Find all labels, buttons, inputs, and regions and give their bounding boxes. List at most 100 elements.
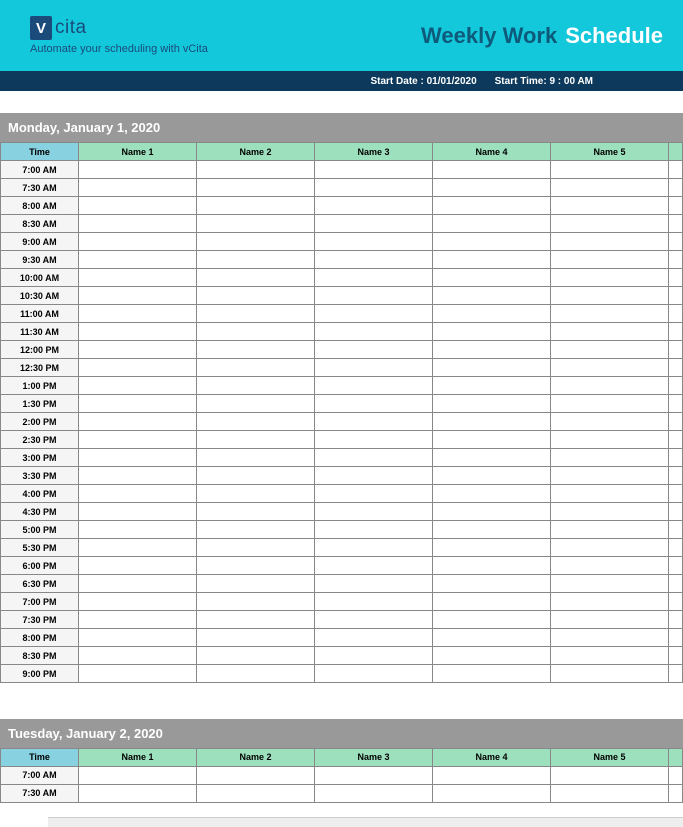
schedule-cell[interactable]	[669, 449, 683, 467]
schedule-cell[interactable]	[433, 413, 551, 431]
schedule-cell[interactable]	[669, 215, 683, 233]
schedule-cell[interactable]	[669, 431, 683, 449]
schedule-cell[interactable]	[315, 557, 433, 575]
schedule-cell[interactable]	[315, 161, 433, 179]
schedule-cell[interactable]	[315, 467, 433, 485]
schedule-cell[interactable]	[669, 557, 683, 575]
schedule-cell[interactable]	[433, 341, 551, 359]
schedule-cell[interactable]	[433, 467, 551, 485]
schedule-cell[interactable]	[433, 503, 551, 521]
schedule-cell[interactable]	[433, 593, 551, 611]
schedule-cell[interactable]	[669, 161, 683, 179]
schedule-cell[interactable]	[669, 251, 683, 269]
schedule-cell[interactable]	[669, 485, 683, 503]
schedule-cell[interactable]	[551, 521, 669, 539]
schedule-cell[interactable]	[669, 287, 683, 305]
schedule-cell[interactable]	[197, 287, 315, 305]
schedule-cell[interactable]	[669, 611, 683, 629]
schedule-cell[interactable]	[433, 197, 551, 215]
schedule-cell[interactable]	[197, 323, 315, 341]
schedule-cell[interactable]	[197, 485, 315, 503]
schedule-cell[interactable]	[551, 431, 669, 449]
schedule-cell[interactable]	[197, 629, 315, 647]
schedule-cell[interactable]	[669, 197, 683, 215]
schedule-cell[interactable]	[551, 323, 669, 341]
schedule-cell[interactable]	[669, 521, 683, 539]
schedule-cell[interactable]	[551, 197, 669, 215]
schedule-cell[interactable]	[197, 575, 315, 593]
schedule-cell[interactable]	[197, 377, 315, 395]
schedule-cell[interactable]	[79, 215, 197, 233]
schedule-cell[interactable]	[79, 161, 197, 179]
schedule-cell[interactable]	[551, 665, 669, 683]
schedule-cell[interactable]	[551, 215, 669, 233]
schedule-cell[interactable]	[433, 647, 551, 665]
schedule-cell[interactable]	[551, 485, 669, 503]
schedule-cell[interactable]	[197, 305, 315, 323]
schedule-cell[interactable]	[197, 197, 315, 215]
schedule-cell[interactable]	[315, 413, 433, 431]
schedule-cell[interactable]	[669, 269, 683, 287]
schedule-cell[interactable]	[79, 251, 197, 269]
schedule-cell[interactable]	[315, 251, 433, 269]
schedule-cell[interactable]	[79, 431, 197, 449]
schedule-cell[interactable]	[315, 539, 433, 557]
schedule-cell[interactable]	[669, 341, 683, 359]
schedule-cell[interactable]	[433, 766, 551, 784]
schedule-cell[interactable]	[315, 359, 433, 377]
schedule-cell[interactable]	[79, 665, 197, 683]
schedule-cell[interactable]	[433, 359, 551, 377]
schedule-cell[interactable]	[315, 305, 433, 323]
schedule-cell[interactable]	[315, 215, 433, 233]
schedule-cell[interactable]	[79, 521, 197, 539]
schedule-cell[interactable]	[79, 766, 197, 784]
schedule-cell[interactable]	[551, 766, 669, 784]
schedule-cell[interactable]	[433, 485, 551, 503]
schedule-cell[interactable]	[433, 629, 551, 647]
schedule-cell[interactable]	[669, 575, 683, 593]
schedule-cell[interactable]	[551, 341, 669, 359]
schedule-cell[interactable]	[669, 413, 683, 431]
schedule-cell[interactable]	[433, 557, 551, 575]
schedule-cell[interactable]	[315, 395, 433, 413]
schedule-cell[interactable]	[551, 269, 669, 287]
schedule-cell[interactable]	[197, 521, 315, 539]
schedule-cell[interactable]	[315, 341, 433, 359]
schedule-cell[interactable]	[197, 359, 315, 377]
schedule-cell[interactable]	[197, 449, 315, 467]
schedule-cell[interactable]	[315, 611, 433, 629]
schedule-cell[interactable]	[79, 629, 197, 647]
schedule-cell[interactable]	[79, 593, 197, 611]
schedule-cell[interactable]	[315, 575, 433, 593]
schedule-cell[interactable]	[551, 449, 669, 467]
schedule-cell[interactable]	[79, 539, 197, 557]
schedule-cell[interactable]	[669, 665, 683, 683]
schedule-cell[interactable]	[551, 557, 669, 575]
schedule-cell[interactable]	[551, 287, 669, 305]
schedule-cell[interactable]	[433, 233, 551, 251]
schedule-cell[interactable]	[197, 179, 315, 197]
schedule-cell[interactable]	[669, 179, 683, 197]
schedule-cell[interactable]	[551, 395, 669, 413]
schedule-cell[interactable]	[315, 647, 433, 665]
schedule-cell[interactable]	[433, 377, 551, 395]
schedule-cell[interactable]	[79, 341, 197, 359]
schedule-cell[interactable]	[433, 269, 551, 287]
schedule-cell[interactable]	[551, 161, 669, 179]
schedule-cell[interactable]	[197, 557, 315, 575]
schedule-cell[interactable]	[315, 784, 433, 802]
schedule-cell[interactable]	[433, 161, 551, 179]
schedule-cell[interactable]	[551, 611, 669, 629]
schedule-cell[interactable]	[669, 503, 683, 521]
schedule-cell[interactable]	[433, 521, 551, 539]
schedule-cell[interactable]	[551, 593, 669, 611]
schedule-cell[interactable]	[669, 305, 683, 323]
schedule-cell[interactable]	[79, 179, 197, 197]
schedule-cell[interactable]	[197, 467, 315, 485]
schedule-cell[interactable]	[669, 539, 683, 557]
schedule-cell[interactable]	[197, 233, 315, 251]
schedule-cell[interactable]	[669, 467, 683, 485]
schedule-cell[interactable]	[551, 251, 669, 269]
schedule-cell[interactable]	[315, 179, 433, 197]
schedule-cell[interactable]	[315, 233, 433, 251]
